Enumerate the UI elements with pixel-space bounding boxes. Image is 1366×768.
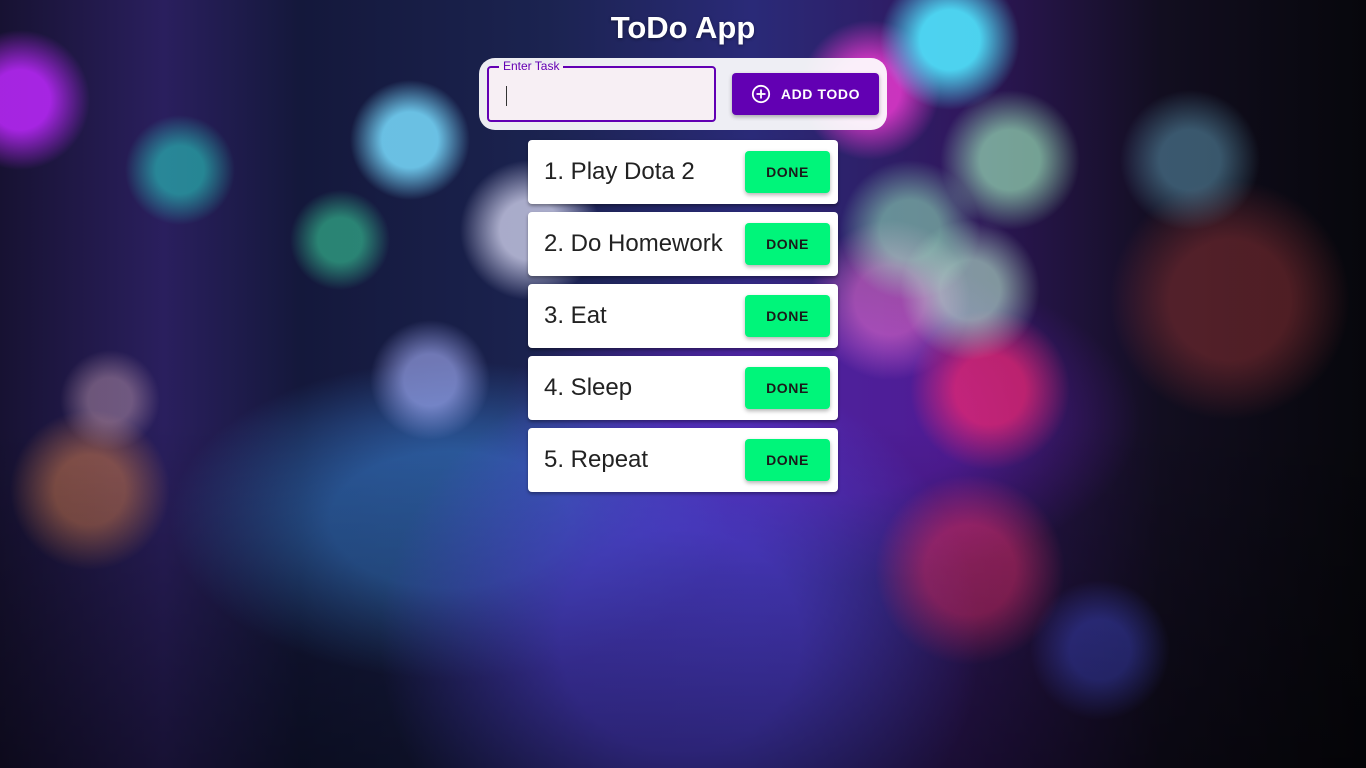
todo-item: 5. Repeat DONE (528, 428, 838, 492)
todo-item: 3. Eat DONE (528, 284, 838, 348)
todo-item: 4. Sleep DONE (528, 356, 838, 420)
todo-text: 2. Do Homework (544, 230, 723, 257)
todo-list: 1. Play Dota 2 DONE 2. Do Homework DONE … (528, 140, 838, 500)
done-button[interactable]: DONE (745, 151, 830, 193)
add-todo-button[interactable]: ADD TODO (732, 73, 879, 115)
done-button[interactable]: DONE (745, 367, 830, 409)
add-circle-outline-icon (751, 84, 771, 104)
app-title: ToDo App (610, 10, 756, 45)
add-todo-form: Enter Task ADD TODO (479, 58, 887, 130)
done-button[interactable]: DONE (745, 223, 830, 265)
todo-text: 1. Play Dota 2 (544, 158, 695, 185)
todo-item: 2. Do Homework DONE (528, 212, 838, 276)
todo-item: 1. Play Dota 2 DONE (528, 140, 838, 204)
task-input[interactable] (489, 68, 714, 120)
todo-text: 4. Sleep (544, 374, 633, 401)
add-todo-button-label: ADD TODO (780, 86, 861, 102)
text-cursor (506, 86, 507, 106)
done-button[interactable]: DONE (745, 295, 830, 337)
todo-text: 5. Repeat (544, 446, 649, 473)
todo-text: 3. Eat (544, 302, 607, 329)
done-button[interactable]: DONE (745, 439, 830, 481)
task-field[interactable]: Enter Task (487, 59, 716, 122)
